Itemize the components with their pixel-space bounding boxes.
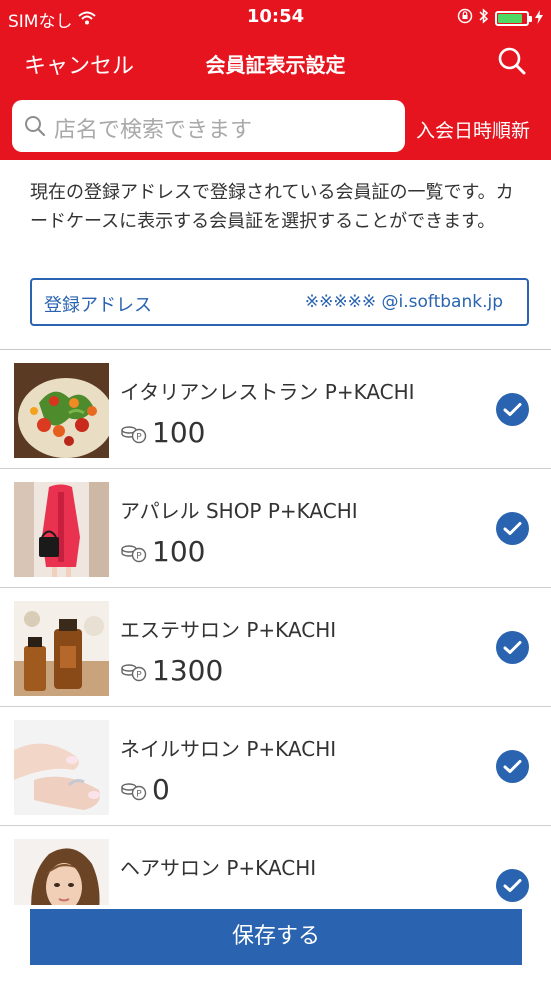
card-name: ネイルサロン P+KACHI (120, 737, 337, 761)
fashion-photo-icon (14, 482, 109, 577)
bluetooth-icon (479, 8, 489, 29)
description-text: 現在の登録アドレスで登録されている会員証の一覧です。カードケースに表示する会員証… (30, 182, 514, 232)
selected-checkmark-icon[interactable] (496, 631, 529, 664)
list-item[interactable]: イタリアンレストラン P+KACHI P 100 (0, 350, 551, 469)
card-name: エステサロン P+KACHI (120, 618, 337, 642)
svg-text:P: P (136, 551, 142, 561)
svg-text:P: P (136, 432, 142, 442)
coin-points-icon: P (121, 544, 147, 562)
orientation-lock-icon (457, 8, 473, 29)
search-input[interactable]: 店名で検索できます (12, 100, 405, 152)
svg-text:P: P (136, 670, 142, 680)
charging-icon (535, 9, 543, 29)
card-name: イタリアンレストラン P+KACHI (120, 380, 415, 404)
page-title: 会員証表示設定 (205, 53, 346, 77)
status-bar: SIMなし 10:54 (0, 0, 551, 34)
points: P 0 (120, 773, 170, 806)
magnifier-icon (498, 47, 526, 75)
battery-icon (495, 11, 532, 26)
search-icon (25, 116, 46, 137)
salad-photo-icon (14, 363, 109, 458)
svg-text:P: P (136, 789, 142, 799)
selected-checkmark-icon[interactable] (496, 393, 529, 426)
registered-address-label: 登録アドレス (44, 295, 152, 316)
list-item[interactable]: ヘアサロン P+KACHI (0, 826, 551, 905)
list-item[interactable]: エステサロン P+KACHI P 1300 (0, 588, 551, 707)
coin-points-icon: P (121, 425, 147, 443)
nail-photo-icon (14, 720, 109, 815)
card-name: アパレル SHOP P+KACHI (120, 499, 358, 523)
points-value: 100 (152, 416, 206, 449)
points-value: 100 (152, 535, 206, 568)
registered-address-box: 登録アドレス ※※※※※ @i.softbank.jp (30, 278, 529, 326)
spa-oil-photo-icon (14, 601, 109, 696)
save-button[interactable]: 保存する (30, 909, 522, 965)
coin-points-icon: P (121, 782, 147, 800)
list-item[interactable]: ネイルサロン P+KACHI P 0 (0, 707, 551, 826)
membership-card-list[interactable]: イタリアンレストラン P+KACHI P 100 アパレル SHOP P+KAC… (0, 350, 551, 905)
search-button[interactable] (497, 46, 527, 76)
hair-photo-icon (14, 839, 109, 905)
points-value: 1300 (152, 654, 224, 687)
sort-order-button[interactable]: 入会日時順新 (416, 116, 530, 143)
selected-checkmark-icon[interactable] (496, 869, 529, 902)
registered-address-value: ※※※※※ @i.softbank.jp (304, 292, 503, 312)
selected-checkmark-icon[interactable] (496, 512, 529, 545)
search-placeholder: 店名で検索できます (54, 118, 253, 143)
list-item[interactable]: アパレル SHOP P+KACHI P 100 (0, 469, 551, 588)
points: P 1300 (120, 654, 223, 687)
navigation-bar: キャンセル 会員証表示設定 (0, 34, 551, 94)
card-name: ヘアサロン P+KACHI (120, 856, 317, 880)
points: P 100 (120, 535, 205, 568)
coin-points-icon: P (121, 663, 147, 681)
selected-checkmark-icon[interactable] (496, 750, 529, 783)
points: P 100 (120, 416, 205, 449)
points-value: 0 (152, 773, 170, 806)
